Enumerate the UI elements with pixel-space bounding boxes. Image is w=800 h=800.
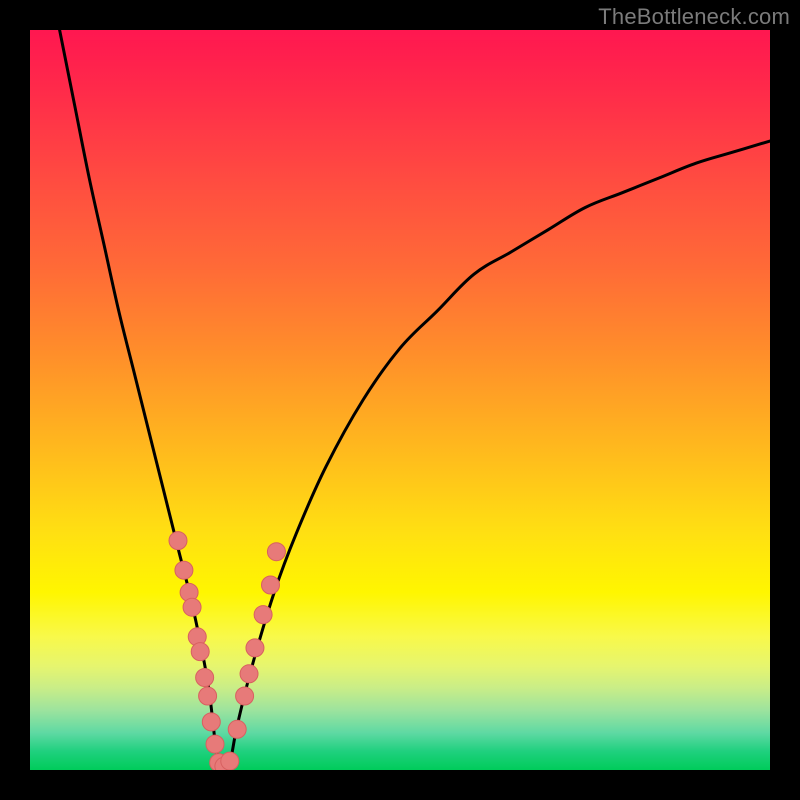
sample-point xyxy=(236,687,254,705)
sample-point xyxy=(202,713,220,731)
scatter-layer xyxy=(30,30,770,770)
sample-point xyxy=(228,720,246,738)
sample-point xyxy=(262,576,280,594)
chart-stage: TheBottleneck.com xyxy=(0,0,800,800)
sample-point xyxy=(267,543,285,561)
plot-area xyxy=(30,30,770,770)
sample-point xyxy=(221,752,239,770)
attribution-label: TheBottleneck.com xyxy=(598,4,790,30)
sample-point xyxy=(196,669,214,687)
sample-points xyxy=(169,532,285,770)
sample-point xyxy=(175,561,193,579)
sample-point xyxy=(191,643,209,661)
sample-point xyxy=(183,598,201,616)
sample-point xyxy=(169,532,187,550)
sample-point xyxy=(240,665,258,683)
sample-point xyxy=(254,606,272,624)
sample-point xyxy=(206,735,224,753)
sample-point xyxy=(246,639,264,657)
sample-point xyxy=(199,687,217,705)
